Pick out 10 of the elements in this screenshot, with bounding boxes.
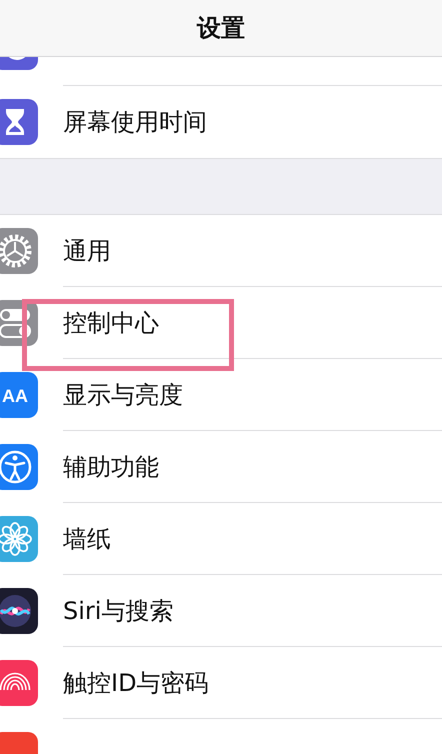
row-label: 屏幕使用时间 [63, 107, 207, 138]
row-label: 触控ID与密码 [63, 668, 209, 698]
row-label: 辅助功能 [63, 452, 159, 482]
row-label: 墙纸 [63, 524, 111, 554]
row-label: Siri与搜索 [63, 596, 174, 626]
row-label: 显示与亮度 [63, 380, 183, 410]
app-icon: AA [0, 372, 38, 418]
row-label: 通用 [63, 236, 111, 266]
nav-title: 设置 [197, 13, 245, 44]
row-label: 控制中心 [63, 308, 159, 338]
